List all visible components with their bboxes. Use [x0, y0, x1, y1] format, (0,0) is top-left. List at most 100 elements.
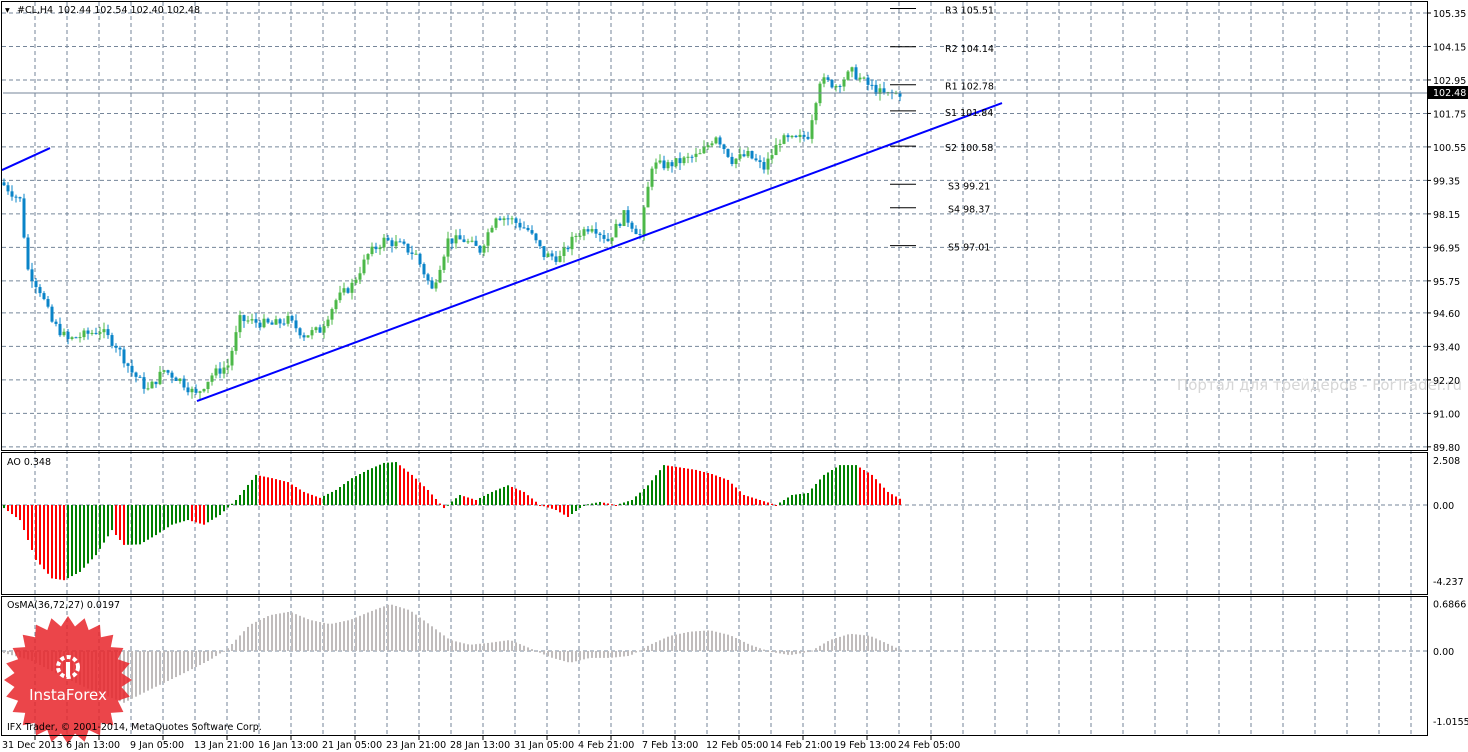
osma-bar [127, 651, 129, 701]
ao-bar [127, 505, 129, 545]
osma-bar [795, 651, 797, 655]
osma-bar [611, 651, 613, 658]
ao-bar [151, 505, 153, 538]
ao-bar [679, 467, 681, 505]
osma-bar [815, 648, 817, 651]
ao-bar [391, 462, 393, 505]
ao-bar [871, 474, 873, 505]
osma-bar [327, 623, 329, 651]
osma-bar [719, 632, 721, 651]
candle-bullish [326, 319, 330, 327]
ao-bar [863, 470, 865, 505]
ao-bar [163, 505, 165, 530]
osma-bar [403, 608, 405, 651]
ao-bar [455, 498, 457, 505]
osma-bar [519, 644, 521, 651]
candle-bullish [558, 256, 562, 262]
y-tick-label: 101.75 [1433, 109, 1466, 120]
y-tick-label: 94.60 [1433, 309, 1460, 320]
candle-bearish [154, 381, 158, 385]
osma-bar [419, 617, 421, 651]
osma-bar [803, 651, 805, 653]
ao-bar [331, 491, 333, 505]
ao-bar [55, 505, 57, 579]
candle-bullish [438, 269, 442, 283]
candle-bearish [794, 135, 798, 138]
osma-bar [567, 651, 569, 663]
ao-bar [199, 505, 201, 524]
osma-bar [659, 640, 661, 651]
osma-bar [619, 651, 621, 657]
ao-bar [487, 493, 489, 505]
osma-bar [267, 616, 269, 651]
ao-bar [603, 502, 605, 505]
ao-bar [583, 505, 585, 506]
ao-bar [703, 471, 705, 505]
candle-bullish [338, 292, 342, 301]
candle-bearish [542, 246, 546, 258]
trading-chart[interactable]: InstaForex R3 105.51 R2 104.14 R1 102.78 S1… [0, 0, 1468, 752]
ao-bar [107, 505, 109, 537]
osma-bar [667, 636, 669, 651]
ao-bar [407, 471, 409, 505]
ao-bar [763, 501, 765, 505]
candle-bearish [106, 329, 110, 336]
candle-bearish [426, 274, 430, 281]
ao-bar [783, 499, 785, 505]
ao-bar [231, 503, 233, 505]
ao-bar [791, 494, 793, 505]
candle-bearish [270, 322, 274, 325]
candle-bullish [198, 391, 202, 393]
osma-bar [371, 610, 373, 651]
ao-bar [891, 494, 893, 505]
dropdown-arrow-icon[interactable]: ▾ [5, 5, 10, 16]
ao-bar [451, 501, 453, 505]
pivot-label-r1: R1 102.78 [945, 82, 994, 93]
ao-bar [823, 474, 825, 505]
candle-bullish [674, 158, 678, 167]
ao-bar [279, 480, 281, 505]
ao-bar [735, 487, 737, 505]
candle-bearish [282, 323, 286, 325]
ao-bar [467, 497, 469, 505]
ao-bar [615, 505, 617, 506]
osma-bar [631, 651, 633, 655]
ao-bar [555, 505, 557, 511]
candle-bearish [474, 240, 478, 246]
osma-bar [771, 651, 773, 653]
candle-bearish [318, 327, 322, 333]
ao-tick-label: 2.508 [1433, 456, 1460, 467]
ao-bar [35, 505, 37, 560]
candle-bearish [266, 318, 270, 323]
ao-bar [499, 488, 501, 505]
osma-bar [875, 638, 877, 651]
candle-bearish [458, 235, 462, 240]
osma-bar [311, 620, 313, 651]
osma-bar [11, 651, 13, 656]
osma-bar [731, 636, 733, 651]
y-tick-label: 92.20 [1433, 376, 1460, 387]
ao-bar [95, 505, 97, 556]
osma-bar [487, 642, 489, 651]
ao-bar [807, 493, 809, 505]
ao-bar [255, 474, 257, 505]
ao-tick-label: -4.237 [1433, 577, 1464, 588]
candle-bearish [174, 377, 178, 381]
candle-bullish [370, 246, 374, 255]
candle-bullish [446, 238, 450, 257]
y-tick-label: 104.15 [1433, 42, 1466, 53]
candle-bearish [418, 253, 422, 265]
osma-bar [859, 634, 861, 651]
candle-bullish [354, 279, 358, 283]
osma-bar [247, 626, 249, 651]
ao-bar [827, 472, 829, 505]
osma-bar [347, 620, 349, 651]
candle-bullish [98, 332, 102, 334]
ao-bar [563, 505, 565, 515]
osma-bar [171, 651, 173, 680]
ao-bar [747, 496, 749, 505]
osma-bar [647, 645, 649, 651]
symbol-label: #CL,H4 [17, 5, 53, 16]
osma-bar [887, 643, 889, 651]
candle-bearish [670, 162, 674, 167]
